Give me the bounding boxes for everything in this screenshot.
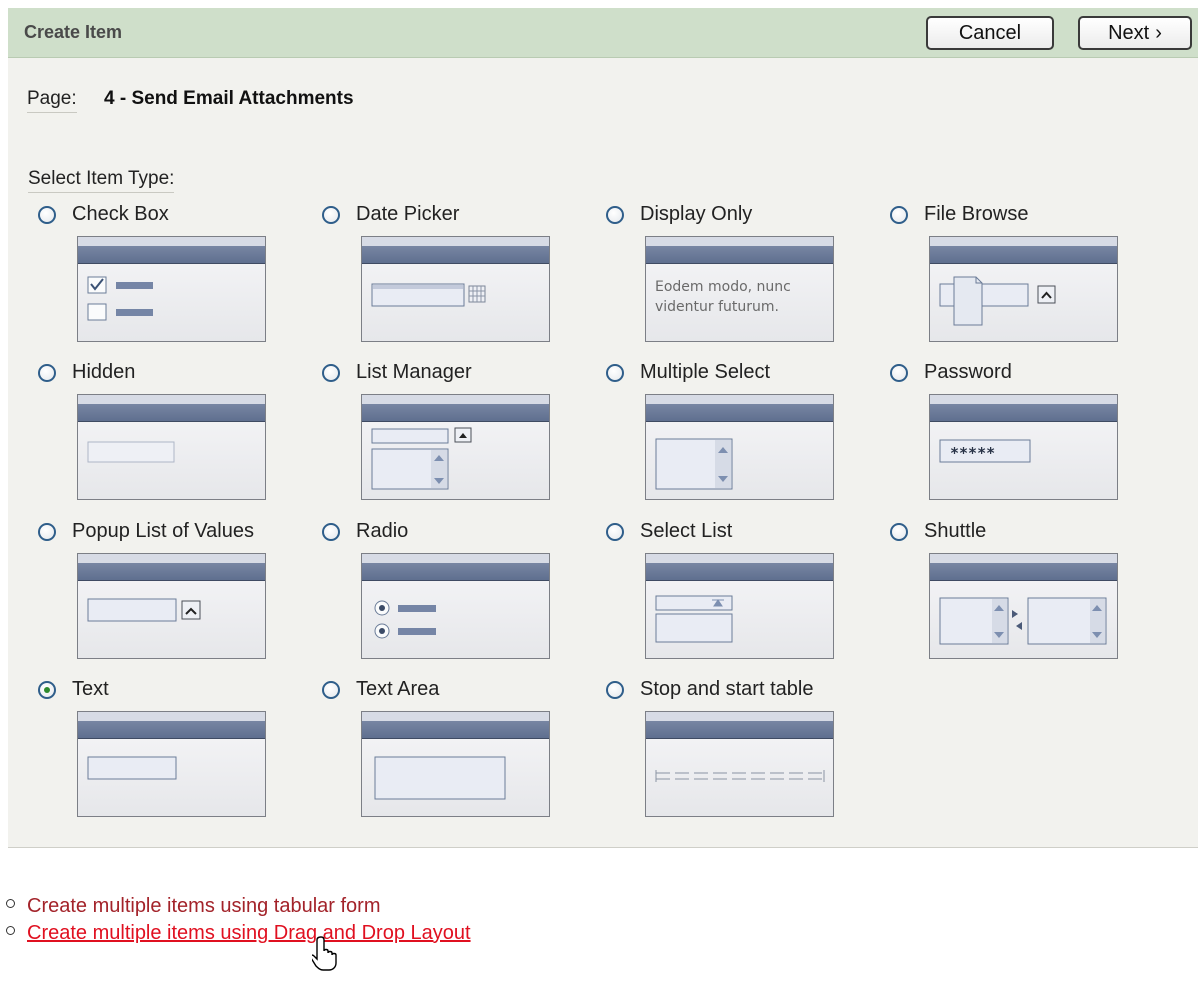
bullet-icon [6,899,15,908]
next-button[interactable]: Next › [1078,16,1192,50]
create-item-region: Create Item Cancel Next › Page: 4 - Send … [8,8,1198,848]
option-file-browse[interactable]: File Browse [890,203,1175,361]
option-label: Shuttle [924,520,987,542]
hidden-preview-icon [77,394,266,500]
option-label: Date Picker [356,203,460,225]
option-radio[interactable]: Radio [322,520,607,678]
option-select-list[interactable]: Select List [606,520,891,678]
option-label: List Manager [356,361,472,383]
radio-list-manager[interactable] [322,364,340,382]
option-label: Text Area [356,678,440,700]
option-label: Check Box [72,203,169,225]
option-label: Select List [640,520,733,542]
date-picker-preview-icon [361,236,550,342]
option-label: Stop and start table [640,678,814,700]
option-list-manager[interactable]: List Manager [322,361,607,519]
text-area-preview-icon [361,711,550,817]
chevron-right-icon: › [1155,21,1162,44]
option-display-only[interactable]: Display Only Eodem modo, nunc videntur f… [606,203,891,361]
option-multiple-select[interactable]: Multiple Select [606,361,891,519]
radio-preview-icon [361,553,550,659]
radio-popup-list-of-values[interactable] [38,523,56,541]
radio-text-area[interactable] [322,681,340,699]
radio-stop-and-start-table[interactable] [606,681,624,699]
list-manager-preview-icon [361,394,550,500]
radio-password[interactable] [890,364,908,382]
option-label: Text [72,678,109,700]
option-label: Display Only [640,203,753,225]
option-label: Password [924,361,1012,383]
option-label: Radio [356,520,409,542]
drag-and-drop-layout-link[interactable]: Create multiple items using Drag and Dro… [27,922,471,944]
option-check-box[interactable]: Check Box [38,203,323,361]
bullet-icon [6,926,15,935]
option-hidden[interactable]: Hidden [38,361,323,519]
svg-text:*****: ***** [950,444,995,462]
radio-text[interactable] [38,681,56,699]
next-button-label: Next [1108,21,1150,44]
hand-pointer-cursor-icon [312,936,337,971]
file-browse-preview-icon [929,236,1118,342]
option-text[interactable]: Text [38,678,323,836]
option-password[interactable]: Password ***** [890,361,1175,519]
region-title: Create Item [24,22,123,42]
radio-date-picker[interactable] [322,206,340,224]
text-preview-icon [77,711,266,817]
radio-check-box[interactable] [38,206,56,224]
radio-select-list[interactable] [606,523,624,541]
radio-radio[interactable] [322,523,340,541]
cancel-button-label: Cancel [958,21,1022,44]
radio-display-only[interactable] [606,206,624,224]
option-popup-list-of-values[interactable]: Popup List of Values [38,520,323,678]
option-shuttle[interactable]: Shuttle [890,520,1175,678]
radio-shuttle[interactable] [890,523,908,541]
check-box-preview-icon [77,236,266,342]
option-date-picker[interactable]: Date Picker [322,203,607,361]
radio-multiple-select[interactable] [606,364,624,382]
option-stop-and-start-table[interactable]: Stop and start table [606,678,891,836]
list-item: Create multiple items using Drag and Dro… [6,922,471,945]
page-label: Page: [27,88,77,113]
radio-file-browse[interactable] [890,206,908,224]
display-only-preview-icon: Eodem modo, nunc videntur futurum. [645,236,834,342]
shuttle-preview-icon [929,553,1118,659]
stop-and-start-table-preview-icon [645,711,834,817]
cancel-button[interactable]: Cancel [926,16,1054,50]
list-item: Create multiple items using tabular form [6,895,380,918]
select-list-preview-icon [645,553,834,659]
display-only-preview-text: Eodem modo, nunc videntur futurum. [655,279,791,315]
multiple-select-preview-icon [645,394,834,500]
tabular-form-link[interactable]: Create multiple items using tabular form [27,895,380,917]
option-label: File Browse [924,203,1029,225]
radio-hidden[interactable] [38,364,56,382]
option-label: Multiple Select [640,361,771,383]
region-header: Create Item Cancel Next › [8,8,1198,58]
password-preview-icon: ***** [929,394,1118,500]
option-text-area[interactable]: Text Area [322,678,607,836]
page-value: 4 - Send Email Attachments [104,88,354,109]
option-label: Popup List of Values [72,520,254,542]
select-item-type-label: Select Item Type: [28,168,175,193]
option-label: Hidden [72,361,136,383]
popup-list-of-values-preview-icon [77,553,266,659]
